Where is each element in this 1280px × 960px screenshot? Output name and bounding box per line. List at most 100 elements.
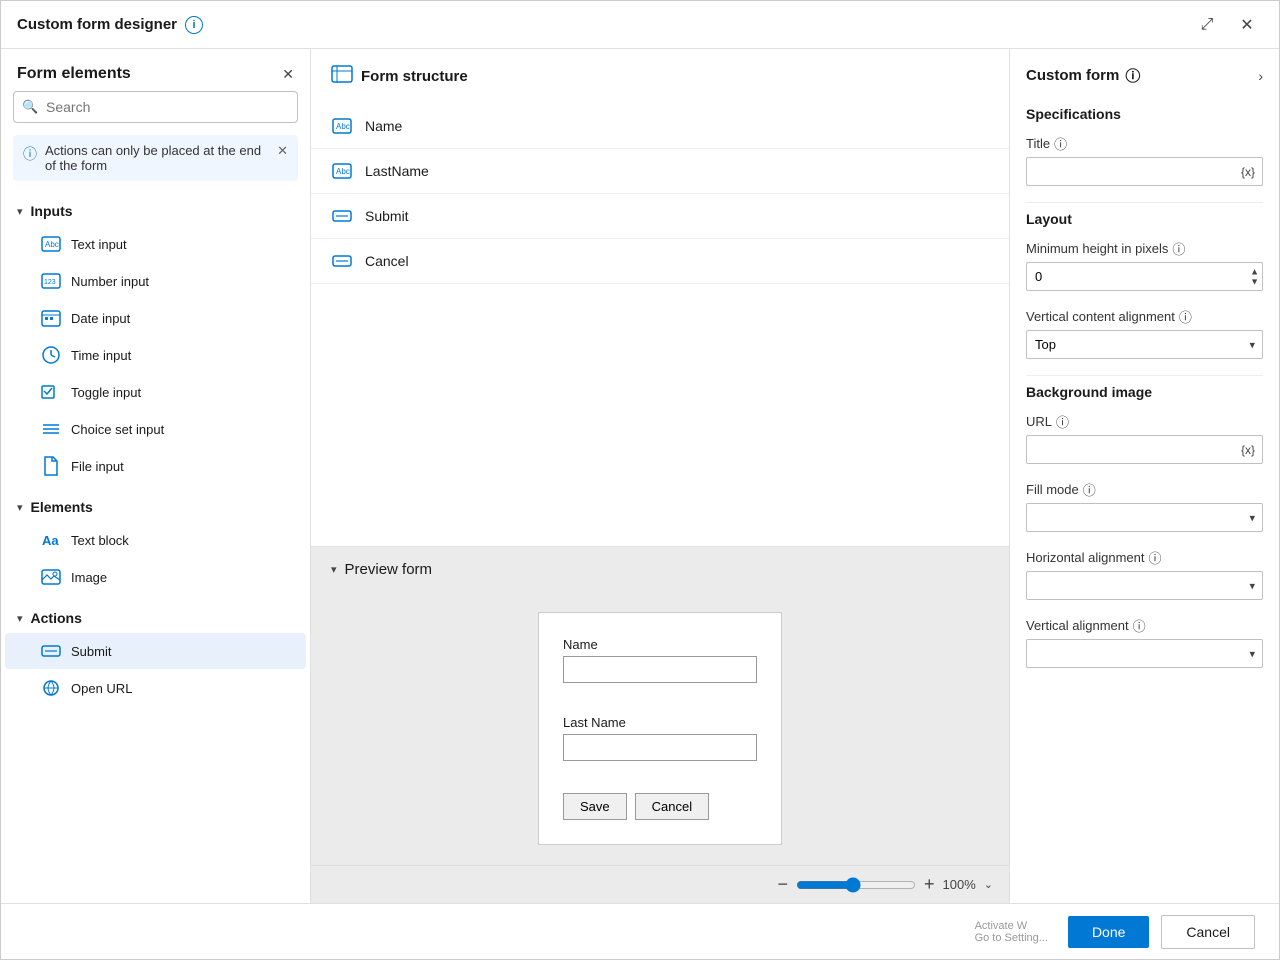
spinner-down-button[interactable]: ▼ [1250,277,1259,286]
url-input[interactable] [1026,435,1263,464]
done-button[interactable]: Done [1068,916,1149,948]
preview-area: ▾ Preview form Name Last Name [311,547,1009,903]
minimize-button[interactable]: ⤢ [1191,9,1223,41]
list-item[interactable]: File input [5,448,306,484]
zoom-slider[interactable] [796,877,916,893]
zoom-bar: − + 100% ⌄ [311,865,1009,903]
choice-set-input-icon [41,419,61,439]
list-item[interactable]: 123 Number input [5,263,306,299]
text-block-icon: Aa [41,530,61,550]
form-item-lastname-label: LastName [365,163,429,179]
form-item-row[interactable]: Cancel [311,239,1009,284]
bg-vertical-alignment-select[interactable]: Top Center Bottom [1026,639,1263,668]
title-info-icon[interactable]: i [185,16,203,34]
title-field-group: Title ⓘ {x} [1026,134,1263,186]
fill-mode-field-group: Fill mode ⓘ Cover Repeat RepeatHorizonta… [1026,480,1263,532]
date-input-icon [41,308,61,328]
preview-lastname-label: Last Name [563,715,757,730]
list-item[interactable]: Submit [5,633,306,669]
form-item-row[interactable]: Abc Name [311,104,1009,149]
list-item[interactable]: Toggle input [5,374,306,410]
close-window-button[interactable]: ✕ [1231,9,1263,41]
zoom-minus-button[interactable]: − [778,874,789,895]
list-item[interactable]: Open URL [5,670,306,706]
form-structure-label: Form structure [361,68,468,85]
zoom-chevron-icon[interactable]: ⌄ [984,878,993,891]
actions-section-label: Actions [31,610,82,626]
vertical-alignment-select[interactable]: Top Center Bottom [1026,330,1263,359]
zoom-value: 100% [943,877,976,892]
form-item-name-label: Name [365,118,402,134]
preview-save-button[interactable]: Save [563,793,627,820]
elements-section: ▾ Elements Aa Text block Image [1,489,310,600]
url-field-icon: {x} [1241,443,1255,457]
preview-lastname-input[interactable] [563,734,757,761]
preview-cancel-button[interactable]: Cancel [635,793,709,820]
alert-info-icon: ⓘ [23,144,37,164]
svg-text:Abc: Abc [45,240,59,249]
center-panel: Form structure Abc Name Abc LastName [311,49,1009,903]
title-field-info-icon: ⓘ [1054,134,1067,153]
list-item[interactable]: Choice set input [5,411,306,447]
preview-name-input[interactable] [563,656,757,683]
number-spinners: ▲ ▼ [1250,267,1259,286]
form-structure-area: Form structure Abc Name Abc LastName [311,49,1009,547]
image-icon [41,567,61,587]
left-panel-close-button[interactable]: ✕ [282,66,294,83]
url-label: URL ⓘ [1026,412,1263,431]
actions-section: ▾ Actions Submit Open URL [1,600,310,711]
left-panel: Form elements ✕ 🔍 ⓘ Actions can only be … [1,49,311,903]
preview-card: Name Last Name Save Cancel [538,612,782,845]
actions-section-header[interactable]: ▾ Actions [1,604,310,632]
specifications-section: Specifications Title ⓘ {x} Layout [1010,94,1279,696]
preview-chevron-icon: ▾ [331,563,337,576]
fill-mode-select-wrapper: Cover Repeat RepeatHorizontally RepeatVe… [1026,503,1263,532]
title-field-label: Title ⓘ [1026,134,1263,153]
preview-header[interactable]: ▾ Preview form [311,547,1009,592]
zoom-plus-button[interactable]: + [924,874,935,895]
min-height-input[interactable] [1026,262,1263,291]
file-input-icon [41,456,61,476]
vertical-alignment-label: Vertical content alignment ⓘ [1026,307,1263,326]
title-field-input[interactable] [1026,157,1263,186]
url-field-group: URL ⓘ {x} [1026,412,1263,464]
elements-section-header[interactable]: ▾ Elements [1,493,310,521]
right-panel-chevron-icon[interactable]: › [1258,68,1263,84]
form-item-cancel-label: Cancel [365,253,409,269]
file-input-label: File input [71,459,124,474]
bg-vertical-alignment-info-icon: ⓘ [1133,616,1146,635]
right-panel: Custom form ⓘ › Specifications Title ⓘ {… [1009,49,1279,903]
horizontal-alignment-select[interactable]: Left Center Right [1026,571,1263,600]
fill-mode-select[interactable]: Cover Repeat RepeatHorizontally RepeatVe… [1026,503,1263,532]
min-height-label: Minimum height in pixels ⓘ [1026,239,1263,258]
horizontal-alignment-field-group: Horizontal alignment ⓘ Left Center Right… [1026,548,1263,600]
list-item[interactable]: Aa Text block [5,522,306,558]
custom-form-label: Custom form [1026,67,1119,84]
horizontal-alignment-label: Horizontal alignment ⓘ [1026,548,1263,567]
spinner-up-button[interactable]: ▲ [1250,267,1259,276]
title-bar-left: Custom form designer i [17,16,203,34]
footer: Activate WGo to Setting... Done Cancel [1,903,1279,959]
form-item-row[interactable]: Submit [311,194,1009,239]
list-item[interactable]: Date input [5,300,306,336]
list-item[interactable]: Abc Text input [5,226,306,262]
vertical-alignment-select-wrapper: Top Center Bottom ▾ [1026,330,1263,359]
alert-close-button[interactable]: ✕ [277,143,288,159]
list-item[interactable]: Image [5,559,306,595]
title-bar-right: ⤢ ✕ [1191,9,1263,41]
text-block-label: Text block [71,533,129,548]
alert-text: Actions can only be placed at the end of… [45,143,269,173]
search-input[interactable] [13,91,298,123]
form-item-submit-icon [331,210,353,222]
form-item-lastname-icon: Abc [331,163,353,179]
submit-icon [41,641,61,661]
inputs-section-header[interactable]: ▾ Inputs [1,197,310,225]
list-item[interactable]: Time input [5,337,306,373]
form-item-row[interactable]: Abc LastName [311,149,1009,194]
preview-actions: Save Cancel [563,793,757,820]
elements-section-label: Elements [31,499,93,515]
url-info-icon: ⓘ [1056,412,1069,431]
footer-cancel-button[interactable]: Cancel [1161,915,1255,949]
toggle-input-label: Toggle input [71,385,141,400]
preview-name-label: Name [563,637,757,652]
